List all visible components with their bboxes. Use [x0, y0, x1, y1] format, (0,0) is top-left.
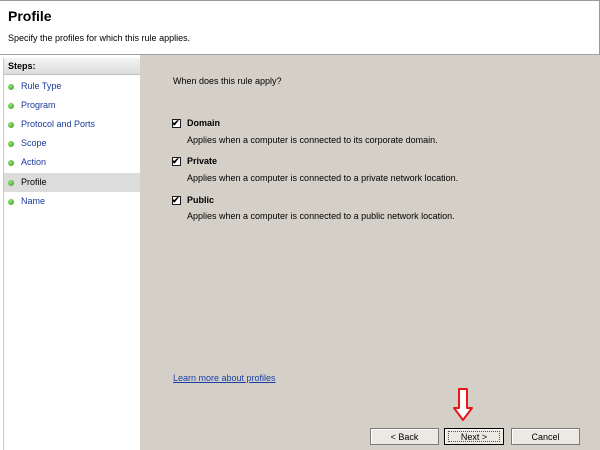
step-label: Protocol and Ports — [21, 119, 96, 129]
step-label: Profile — [21, 177, 47, 187]
private-checkbox[interactable]: ✔ — [172, 156, 181, 166]
step-scope[interactable]: Scope — [4, 134, 140, 153]
public-description: Applies when a computer is connected to … — [187, 211, 455, 221]
steps-panel: Steps: Rule Type Program Protocol and Po… — [3, 58, 140, 450]
page-subtitle: Specify the profiles for which this rule… — [8, 33, 191, 43]
step-action[interactable]: Action — [4, 153, 140, 172]
step-label: Rule Type — [21, 81, 62, 91]
step-program[interactable]: Program — [4, 96, 140, 115]
step-label: Action — [21, 157, 47, 167]
public-checkbox[interactable]: ✔ — [172, 195, 181, 205]
green-dot-icon — [8, 140, 14, 147]
checkmark-icon: ✔ — [172, 118, 180, 128]
public-label: Public — [187, 195, 215, 205]
step-rule-type[interactable]: Rule Type — [4, 77, 140, 96]
green-dot-icon — [8, 159, 14, 166]
green-dot-icon — [8, 179, 14, 186]
checkmark-icon: ✔ — [172, 195, 180, 205]
steps-heading: Steps: — [4, 58, 140, 75]
domain-label: Domain — [187, 118, 221, 128]
private-description: Applies when a computer is connected to … — [187, 173, 459, 183]
step-label: Name — [21, 196, 46, 206]
green-dot-icon — [8, 102, 14, 109]
private-label: Private — [187, 156, 218, 166]
step-label: Program — [21, 100, 56, 110]
checkmark-icon: ✔ — [172, 156, 180, 166]
next-button[interactable]: Next > — [444, 428, 504, 445]
step-name[interactable]: Name — [4, 192, 140, 211]
domain-checkbox[interactable]: ✔ — [172, 118, 181, 128]
rule-question: When does this rule apply? — [173, 76, 282, 86]
domain-description: Applies when a computer is connected to … — [187, 135, 438, 145]
step-profile[interactable]: Profile — [4, 173, 140, 192]
cancel-button[interactable]: Cancel — [511, 428, 580, 445]
learn-more-link[interactable]: Learn more about profiles — [173, 373, 276, 383]
green-dot-icon — [8, 121, 14, 128]
step-label: Scope — [21, 138, 47, 148]
down-arrow-icon — [453, 388, 473, 421]
next-button-label: Next > — [448, 431, 500, 442]
wizard-header: Profile Specify the profiles for which t… — [0, 1, 600, 55]
page-title: Profile — [8, 8, 52, 24]
wizard-content: When does this rule apply? ✔ Domain Appl… — [140, 55, 600, 450]
back-button[interactable]: < Back — [370, 428, 439, 445]
step-protocol-and-ports[interactable]: Protocol and Ports — [4, 115, 140, 134]
green-dot-icon — [8, 198, 14, 205]
green-dot-icon — [8, 83, 14, 90]
